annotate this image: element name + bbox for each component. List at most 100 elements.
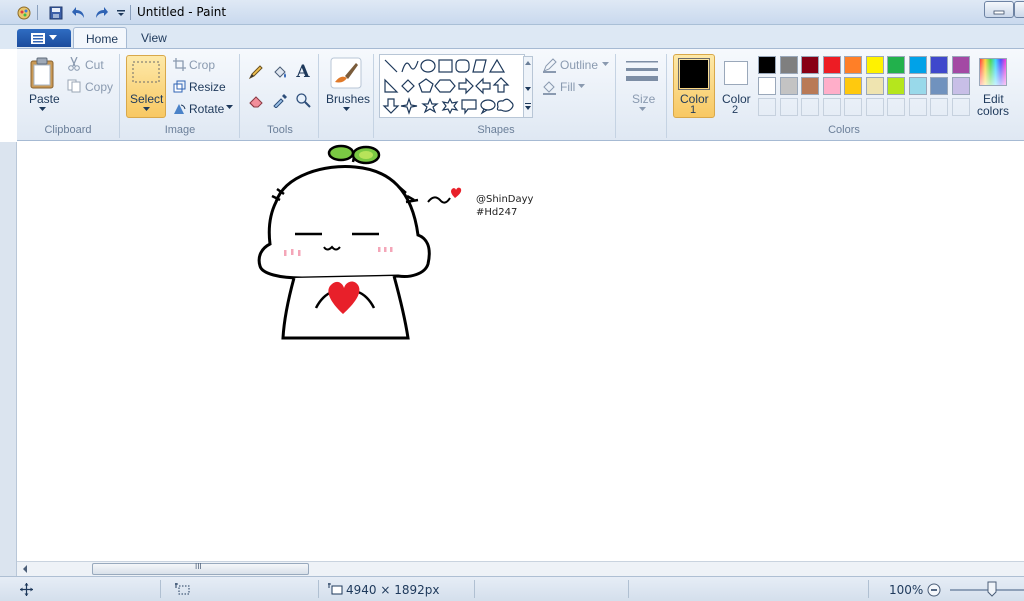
shapes-gallery-scroll[interactable] [523, 56, 533, 118]
workspace-left-edge [0, 142, 17, 576]
rotate-dropdown-icon[interactable] [225, 104, 233, 110]
selection-size-icon [174, 582, 190, 596]
palette-swatch[interactable] [822, 77, 841, 95]
palette-swatch[interactable] [930, 77, 948, 95]
edit-colors-icon[interactable] [979, 58, 1007, 86]
palette-swatch[interactable] [908, 77, 927, 95]
size-icon[interactable] [623, 58, 661, 88]
outline-dropdown-icon[interactable] [601, 61, 609, 67]
palette-swatch[interactable] [930, 56, 948, 74]
resize-button[interactable]: Resize [189, 80, 226, 94]
fill-button[interactable]: Fill [560, 80, 575, 94]
copy-button[interactable]: Copy [85, 80, 113, 94]
tab-view[interactable]: View [129, 27, 181, 49]
status-separator [474, 580, 475, 598]
palette-swatch[interactable] [779, 56, 798, 74]
copy-icon[interactable] [66, 79, 82, 93]
shapes-group-label: Shapes [477, 124, 515, 136]
group-separator [373, 54, 374, 138]
brushes-icon[interactable] [329, 56, 363, 90]
palette-swatch[interactable] [844, 77, 862, 95]
status-separator [318, 580, 319, 598]
text-tool-icon[interactable]: A [293, 62, 313, 82]
group-separator [318, 54, 319, 138]
palette-swatch[interactable] [801, 77, 819, 95]
image-group-label: Image [164, 124, 196, 136]
palette-swatch-empty[interactable] [779, 98, 798, 116]
fill-bucket-icon[interactable] [270, 62, 290, 82]
zoom-slider-thumb[interactable] [987, 581, 997, 597]
paste-button[interactable]: Paste [29, 92, 60, 106]
tab-home[interactable]: Home [73, 27, 127, 49]
cursor-position-icon [19, 582, 33, 596]
undo-icon[interactable] [70, 4, 87, 21]
eraser-icon[interactable] [246, 90, 266, 110]
palette-swatch-empty[interactable] [758, 98, 776, 116]
maximize-button[interactable] [1014, 1, 1024, 18]
palette-swatch-empty[interactable] [930, 98, 948, 116]
paste-icon[interactable] [28, 56, 56, 90]
magnifier-icon[interactable] [293, 90, 313, 110]
palette-swatch[interactable] [844, 56, 862, 74]
palette-swatch[interactable] [865, 56, 884, 74]
artwork-tag: #Hd247 [476, 207, 517, 218]
colors-group-label: Colors [828, 124, 860, 136]
outline-button[interactable]: Outline [560, 58, 598, 72]
palette-swatch-empty[interactable] [865, 98, 884, 116]
palette-swatch[interactable] [951, 77, 970, 95]
redo-icon[interactable] [92, 4, 109, 21]
clipboard-group-label: Clipboard [44, 124, 92, 136]
zoom-level: 100% [889, 583, 924, 597]
paint-app-icon[interactable] [15, 4, 32, 21]
application-menu-button[interactable] [17, 29, 71, 47]
palette-swatch[interactable] [801, 56, 819, 74]
color1-swatch [678, 58, 710, 90]
fill-dropdown-icon[interactable] [577, 83, 585, 89]
canvas-dimensions: 4940 × 1892px [346, 583, 440, 597]
palette-swatch-empty[interactable] [844, 98, 862, 116]
palette-swatch-empty[interactable] [887, 98, 905, 116]
canvas-size-icon [327, 582, 343, 596]
palette-swatch[interactable] [779, 77, 798, 95]
paste-dropdown-icon[interactable] [38, 106, 46, 112]
size-dropdown-icon[interactable] [638, 106, 646, 112]
crop-icon[interactable] [172, 57, 186, 71]
palette-swatch[interactable] [758, 56, 776, 74]
palette-swatch[interactable] [887, 77, 905, 95]
resize-icon[interactable] [172, 79, 186, 93]
shapes-gallery[interactable] [379, 54, 525, 118]
palette-swatch[interactable] [908, 56, 927, 74]
color-picker-icon[interactable] [270, 90, 290, 110]
select-dropdown-icon[interactable] [142, 106, 150, 112]
minimize-button[interactable] [984, 1, 1014, 18]
palette-swatch[interactable] [865, 77, 884, 95]
palette-swatch-empty[interactable] [822, 98, 841, 116]
edit-colors-label-2[interactable]: colors [977, 104, 1009, 118]
brushes-dropdown-icon[interactable] [342, 106, 350, 112]
head-outline [257, 165, 431, 280]
cut-icon[interactable] [67, 57, 81, 71]
save-icon[interactable] [47, 4, 64, 21]
outline-icon[interactable] [541, 57, 557, 73]
scroll-thumb-grip: III [195, 562, 202, 571]
scroll-left-arrow-icon[interactable] [20, 563, 30, 574]
fill-icon[interactable] [541, 79, 557, 95]
color1-number: 1 [690, 104, 697, 116]
zoom-out-icon[interactable] [926, 582, 941, 597]
rotate-button[interactable]: Rotate [189, 102, 224, 116]
artwork-handle: @ShinDayy [476, 194, 534, 205]
palette-swatch-empty[interactable] [908, 98, 927, 116]
palette-swatch-empty[interactable] [801, 98, 819, 116]
palette-swatch[interactable] [887, 56, 905, 74]
crop-button[interactable]: Crop [189, 58, 215, 72]
palette-swatch[interactable] [951, 56, 970, 74]
palette-swatch[interactable] [758, 77, 776, 95]
customize-quick-access-icon[interactable] [112, 4, 129, 21]
cut-button[interactable]: Cut [85, 58, 104, 72]
size-button[interactable]: Size [632, 92, 655, 106]
palette-swatch[interactable] [822, 56, 841, 74]
palette-swatch-empty[interactable] [951, 98, 970, 116]
pencil-icon[interactable] [246, 62, 266, 82]
brushes-button[interactable]: Brushes [326, 92, 370, 106]
rotate-icon[interactable] [172, 101, 186, 115]
